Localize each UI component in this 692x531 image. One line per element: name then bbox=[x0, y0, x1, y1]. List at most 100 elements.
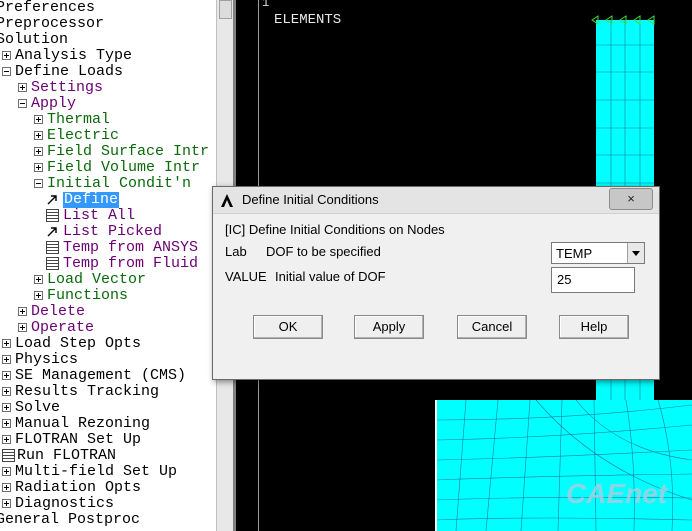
tree-item-run-flotran[interactable]: Run FLOTRAN bbox=[2, 448, 116, 464]
tree-item-label: Delete bbox=[31, 303, 86, 320]
expand-icon[interactable] bbox=[18, 323, 27, 332]
dialog-header: [IC] Define Initial Conditions on Nodes bbox=[225, 222, 445, 237]
tree-item-define[interactable]: Define bbox=[46, 191, 120, 208]
apply-button[interactable]: Apply bbox=[354, 315, 424, 339]
tree-item-flotran-set-up[interactable]: FLOTRAN Set Up bbox=[2, 432, 141, 448]
collapse-icon[interactable] bbox=[18, 99, 27, 108]
tree-item-label: Thermal bbox=[47, 111, 111, 128]
tree-item-label: Solve bbox=[15, 399, 61, 416]
expand-icon[interactable] bbox=[2, 339, 11, 348]
expand-icon[interactable] bbox=[18, 83, 27, 92]
tree-item-label: Load Step Opts bbox=[15, 335, 142, 352]
tree-item-delete[interactable]: Delete bbox=[18, 304, 85, 320]
tree-item-thermal[interactable]: Thermal bbox=[34, 112, 110, 128]
tree-item-label: Multi-field Set Up bbox=[15, 463, 178, 480]
expand-icon[interactable] bbox=[2, 403, 11, 412]
tree-item-physics[interactable]: Physics bbox=[2, 352, 78, 368]
tree-item-label: Load Vector bbox=[47, 271, 147, 288]
tree-scrollbar-thumb[interactable] bbox=[219, 0, 232, 19]
pick-arrow-icon bbox=[46, 193, 59, 206]
ok-button[interactable]: OK bbox=[253, 315, 323, 339]
tree-item-label: Preferences bbox=[0, 0, 96, 16]
expand-icon[interactable] bbox=[34, 291, 43, 300]
tree-item-define-loads[interactable]: Define Loads bbox=[2, 64, 123, 80]
watermark-logo: CAEnet bbox=[566, 478, 668, 509]
tree-item-apply[interactable]: Apply bbox=[18, 96, 76, 112]
collapse-icon[interactable] bbox=[2, 67, 11, 76]
tree-item-label: SE Management (CMS) bbox=[15, 367, 187, 384]
expand-icon[interactable] bbox=[2, 51, 11, 60]
tree-item-label: Electric bbox=[47, 127, 120, 144]
tree-item-list-picked[interactable]: List Picked bbox=[46, 224, 162, 240]
tree-item-temp-from-fluid[interactable]: Temp from Fluid bbox=[46, 256, 198, 272]
command-icon bbox=[46, 241, 59, 254]
expand-icon[interactable] bbox=[2, 387, 11, 396]
expand-icon[interactable] bbox=[34, 163, 43, 172]
expand-icon[interactable] bbox=[2, 355, 11, 364]
tree-item-functions[interactable]: Functions bbox=[34, 288, 128, 304]
tree-item-label: Results Tracking bbox=[15, 383, 160, 400]
lab-key: Lab bbox=[225, 244, 247, 259]
tree-item-preprocessor[interactable]: Preprocessor bbox=[0, 16, 104, 32]
tree-item-load-vector[interactable]: Load Vector bbox=[34, 272, 146, 288]
expand-icon[interactable] bbox=[2, 435, 11, 444]
value-key: VALUE bbox=[225, 269, 267, 284]
tree-item-solve[interactable]: Solve bbox=[2, 400, 60, 416]
expand-icon[interactable] bbox=[18, 307, 27, 316]
define-initial-conditions-dialog: Define Initial Conditions × [IC] Define … bbox=[212, 186, 660, 380]
tree-item-field-surface-intr[interactable]: Field Surface Intr bbox=[34, 144, 209, 160]
expand-icon[interactable] bbox=[34, 147, 43, 156]
pick-arrow-icon bbox=[46, 225, 59, 238]
ansys-logo-icon bbox=[221, 194, 233, 207]
tree-item-temp-from-ansys[interactable]: Temp from ANSYS bbox=[46, 240, 198, 256]
tree-item-label: Settings bbox=[31, 79, 104, 96]
command-icon bbox=[46, 209, 59, 222]
expand-icon[interactable] bbox=[2, 483, 11, 492]
expand-icon[interactable] bbox=[2, 467, 11, 476]
tree-item-solution[interactable]: Solution bbox=[0, 32, 68, 48]
dialog-title: Define Initial Conditions bbox=[242, 192, 379, 207]
close-button[interactable]: × bbox=[609, 188, 653, 210]
expand-icon[interactable] bbox=[34, 131, 43, 140]
tree-item-field-volume-intr[interactable]: Field Volume Intr bbox=[34, 160, 200, 176]
tree-item-label: Field Surface Intr bbox=[47, 143, 210, 160]
cancel-button[interactable]: Cancel bbox=[457, 315, 527, 339]
tree-item-list-all[interactable]: List All bbox=[46, 208, 135, 224]
elements-label: ELEMENTS bbox=[274, 12, 342, 28]
window-number: 1 bbox=[262, 0, 270, 10]
dialog-titlebar[interactable]: Define Initial Conditions × bbox=[213, 187, 659, 214]
expand-icon[interactable] bbox=[2, 419, 11, 428]
dof-select[interactable]: TEMP bbox=[551, 242, 645, 264]
tree-item-label: Operate bbox=[31, 319, 95, 336]
tree-item-analysis-type[interactable]: Analysis Type bbox=[2, 48, 132, 64]
chevron-down-icon[interactable] bbox=[627, 243, 644, 263]
tree-item-load-step-opts[interactable]: Load Step Opts bbox=[2, 336, 141, 352]
main-menu-tree: Preferences Preprocessor Solution Analys… bbox=[0, 0, 216, 531]
tree-item-label: Apply bbox=[31, 95, 77, 112]
tree-item-radiation-opts[interactable]: Radiation Opts bbox=[2, 480, 141, 496]
tree-item-label: FLOTRAN Set Up bbox=[15, 431, 142, 448]
tree-item-preferences[interactable]: Preferences bbox=[0, 0, 95, 16]
help-button[interactable]: Help bbox=[559, 315, 629, 339]
tree-item-electric[interactable]: Electric bbox=[34, 128, 119, 144]
initial-value-input[interactable]: 25 bbox=[551, 267, 635, 293]
collapse-icon[interactable] bbox=[34, 179, 43, 188]
tree-item-diagnostics[interactable]: Diagnostics bbox=[2, 496, 114, 512]
tree-item-label: Define bbox=[63, 191, 120, 208]
tree-item-initial-condition[interactable]: Initial Condit'n bbox=[34, 176, 191, 192]
tree-item-label: Functions bbox=[47, 287, 129, 304]
dof-select-value: TEMP bbox=[556, 246, 593, 261]
expand-icon[interactable] bbox=[2, 371, 11, 380]
expand-icon[interactable] bbox=[34, 275, 43, 284]
tree-item-results-tracking[interactable]: Results Tracking bbox=[2, 384, 159, 400]
tree-item-manual-rezoning[interactable]: Manual Rezoning bbox=[2, 416, 150, 432]
command-icon bbox=[2, 449, 15, 462]
expand-icon[interactable] bbox=[2, 499, 11, 508]
expand-icon[interactable] bbox=[34, 115, 43, 124]
tree-item-multi-field-set-up[interactable]: Multi-field Set Up bbox=[2, 464, 177, 480]
tree-item-operate[interactable]: Operate bbox=[18, 320, 94, 336]
tree-item-se-management[interactable]: SE Management (CMS) bbox=[2, 368, 186, 384]
tree-item-general-postproc[interactable]: General Postproc bbox=[0, 512, 140, 528]
tree-item-label: List Picked bbox=[63, 223, 163, 240]
tree-item-settings[interactable]: Settings bbox=[18, 80, 103, 96]
